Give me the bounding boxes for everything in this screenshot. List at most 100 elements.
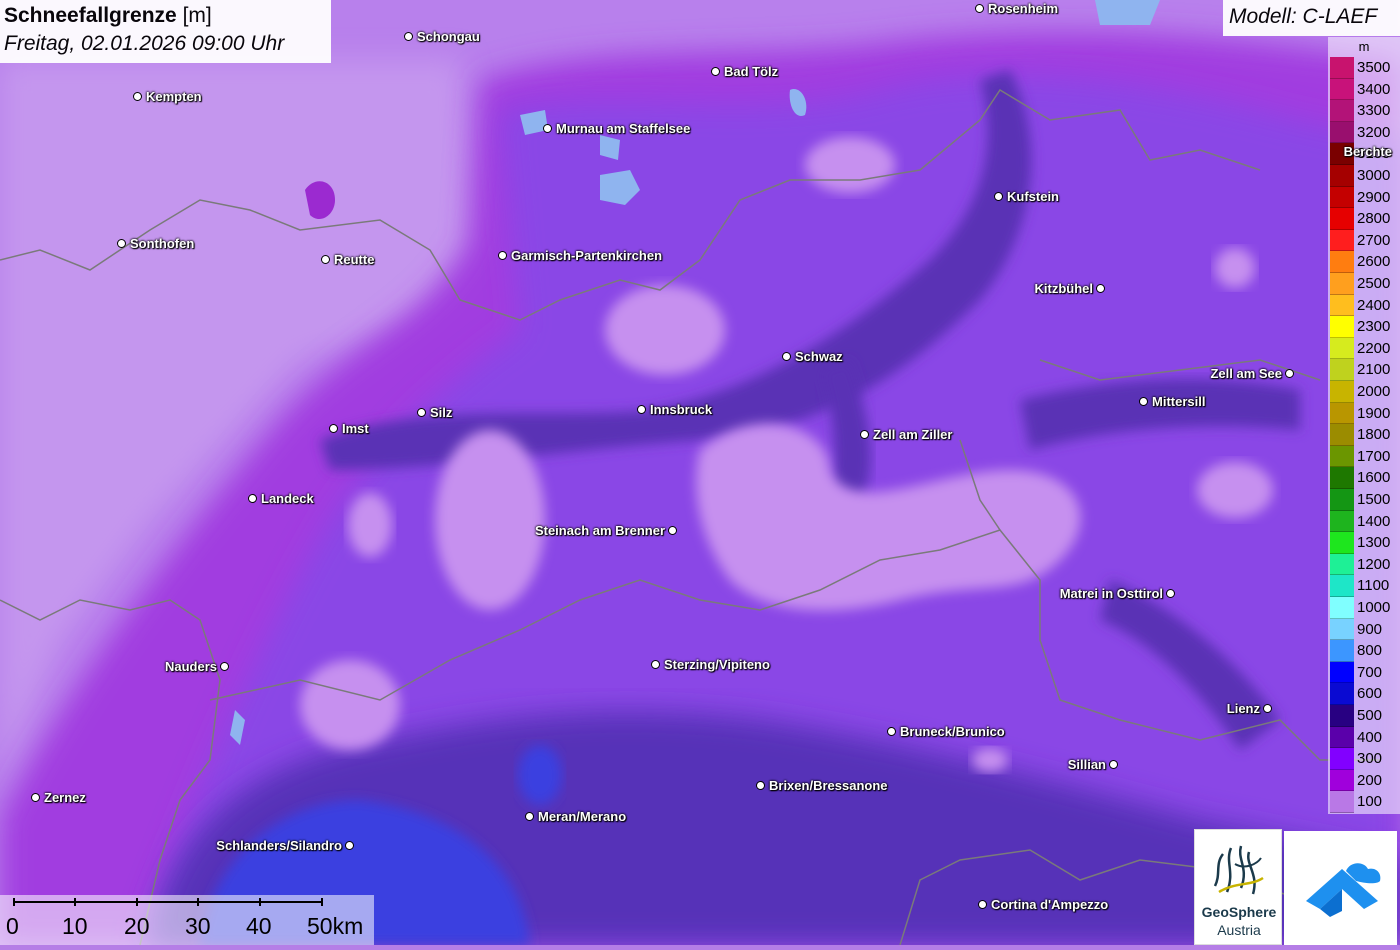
city-label[interactable]: Lienz (1227, 701, 1260, 716)
city-label[interactable]: Kitzbühel (1035, 281, 1094, 296)
legend-entry: 3300 (1330, 100, 1398, 122)
city-label[interactable]: Matrei in Osttirol (1060, 586, 1163, 601)
city-label[interactable]: Garmisch-Partenkirchen (511, 248, 662, 263)
city-label[interactable]: Bruneck/Brunico (900, 724, 1005, 739)
city-marker[interactable] (994, 192, 1003, 201)
city-label[interactable]: Schlanders/Silandro (216, 838, 342, 853)
geosphere-country: Austria (1217, 922, 1261, 938)
city-marker[interactable] (1096, 284, 1105, 293)
city-marker[interactable] (417, 408, 426, 417)
city-label[interactable]: Sonthofen (130, 236, 194, 251)
city-label[interactable]: Silz (430, 405, 452, 420)
legend-swatch (1330, 445, 1354, 468)
legend-entry: 400 (1330, 726, 1398, 749)
legend-swatch (1330, 661, 1354, 684)
geosphere-logo[interactable]: GeoSphere Austria (1194, 829, 1282, 945)
city-marker[interactable] (498, 251, 507, 260)
legend-label: 100 (1357, 793, 1383, 811)
legend-entry: 1100 (1330, 575, 1398, 597)
legend-entry: 2600 (1330, 251, 1398, 273)
city-marker[interactable] (668, 526, 677, 535)
city-marker[interactable] (978, 900, 987, 909)
weather-app-logo[interactable] (1284, 831, 1397, 945)
city-marker[interactable] (756, 781, 765, 790)
city-marker[interactable] (1263, 704, 1272, 713)
city-marker[interactable] (887, 727, 896, 736)
city-label[interactable]: Innsbruck (650, 402, 712, 417)
model-label: Modell: C-LAEF (1229, 5, 1378, 28)
city-label[interactable]: Bad Tölz (724, 64, 778, 79)
city-label[interactable]: Sillian (1068, 757, 1106, 772)
city-label[interactable]: Rosenheim (988, 1, 1058, 16)
city-label[interactable]: Meran/Merano (538, 809, 626, 824)
city-marker[interactable] (975, 4, 984, 13)
city-label[interactable]: Reutte (334, 252, 374, 267)
city-marker[interactable] (860, 430, 869, 439)
city-marker[interactable] (782, 352, 791, 361)
legend-label: 2100 (1357, 361, 1391, 379)
city-marker[interactable] (1109, 760, 1118, 769)
city-label[interactable]: Zernez (44, 790, 86, 805)
legend-swatch (1330, 165, 1354, 187)
legend-swatch (1330, 359, 1354, 381)
city-marker[interactable] (637, 405, 646, 414)
city-label[interactable]: Nauders (165, 659, 217, 674)
legend-entry: 1600 (1330, 467, 1398, 489)
city-label[interactable]: Sterzing/Vipiteno (664, 657, 770, 672)
legend-label: 900 (1357, 620, 1383, 638)
city-label[interactable]: Steinach am Brenner (535, 523, 665, 538)
legend-label: 1800 (1357, 426, 1391, 444)
city-label[interactable]: Berchte (1344, 144, 1392, 159)
city-marker[interactable] (31, 793, 40, 802)
legend-entry: 700 (1330, 661, 1398, 684)
city-label[interactable]: Kempten (146, 89, 202, 104)
legend-entry: 1900 (1330, 402, 1398, 425)
legend-swatch (1330, 121, 1354, 144)
legend-swatch (1330, 229, 1354, 252)
legend-label: 700 (1357, 663, 1383, 681)
city-label[interactable]: Mittersill (1152, 394, 1205, 409)
city-marker[interactable] (220, 662, 229, 671)
legend-label: 2000 (1357, 383, 1391, 400)
legend-swatch (1330, 251, 1354, 273)
legend-label: 1000 (1357, 599, 1391, 616)
legend-entry: 3000 (1330, 165, 1398, 187)
city-marker[interactable] (117, 239, 126, 248)
legend-label: 3400 (1357, 80, 1391, 98)
legend-entry: 900 (1330, 618, 1398, 641)
city-marker[interactable] (543, 124, 552, 133)
city-marker[interactable] (329, 424, 338, 433)
city-marker[interactable] (525, 812, 534, 821)
city-label[interactable]: Kufstein (1007, 189, 1059, 204)
cloud-arrow-icon (1306, 863, 1381, 917)
legend-swatch (1330, 402, 1354, 425)
city-label[interactable]: Cortina d'Ampezzo (991, 897, 1108, 912)
city-marker[interactable] (133, 92, 142, 101)
city-marker[interactable] (1139, 397, 1148, 406)
legend-label: 800 (1357, 642, 1383, 660)
city-label[interactable]: Schongau (417, 29, 480, 44)
city-marker[interactable] (651, 660, 660, 669)
city-marker[interactable] (404, 32, 413, 41)
legend-entry: 2500 (1330, 273, 1398, 295)
city-label[interactable]: Zell am See (1210, 366, 1282, 381)
legend-swatch (1330, 424, 1354, 446)
legend-swatch (1330, 100, 1354, 122)
city-marker[interactable] (248, 494, 257, 503)
scale-label: 0 (6, 913, 19, 939)
legend-swatch (1330, 510, 1354, 533)
snowfall-map[interactable] (0, 0, 1400, 945)
city-marker[interactable] (1285, 369, 1294, 378)
scale-label: 10 (62, 913, 88, 939)
city-label[interactable]: Murnau am Staffelsee (556, 121, 690, 136)
city-label[interactable]: Schwaz (795, 349, 843, 364)
city-label[interactable]: Brixen/Bressanone (769, 778, 888, 793)
city-label[interactable]: Imst (342, 421, 369, 436)
city-label[interactable]: Zell am Ziller (873, 427, 952, 442)
city-marker[interactable] (711, 67, 720, 76)
city-marker[interactable] (1166, 589, 1175, 598)
city-marker[interactable] (321, 255, 330, 264)
city-marker[interactable] (345, 841, 354, 850)
legend-label: 1900 (1357, 404, 1391, 422)
city-label[interactable]: Landeck (261, 491, 314, 506)
